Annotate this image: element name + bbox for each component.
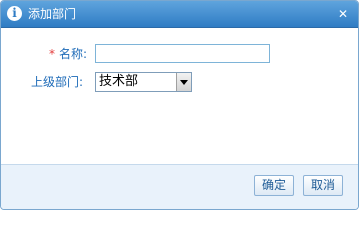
chevron-down-icon[interactable] [176, 73, 191, 91]
info-icon: i [7, 6, 22, 21]
close-icon[interactable]: ✕ [334, 5, 352, 23]
dialog-title: 添加部门 [28, 7, 77, 21]
cancel-button[interactable]: 取消 [303, 175, 343, 196]
name-input[interactable] [95, 44, 270, 63]
parent-department-value: 技术部 [99, 74, 139, 89]
name-label-text: 名称: [59, 47, 88, 61]
parent-department-label: 上级部门: [31, 75, 84, 89]
dialog-titlebar[interactable]: i 添加部门 ✕ [1, 1, 358, 28]
add-department-dialog: i 添加部门 ✕ * 名称: 上级部门: 技术部 确定 取消 [0, 0, 359, 210]
dialog-footer: 确定 取消 [1, 164, 358, 209]
parent-department-select[interactable]: 技术部 [95, 72, 192, 92]
required-mark: * [49, 47, 55, 61]
name-label: * 名称: [49, 46, 87, 62]
ok-button[interactable]: 确定 [254, 175, 294, 196]
dialog-body: * 名称: 上级部门: 技术部 [1, 28, 358, 164]
